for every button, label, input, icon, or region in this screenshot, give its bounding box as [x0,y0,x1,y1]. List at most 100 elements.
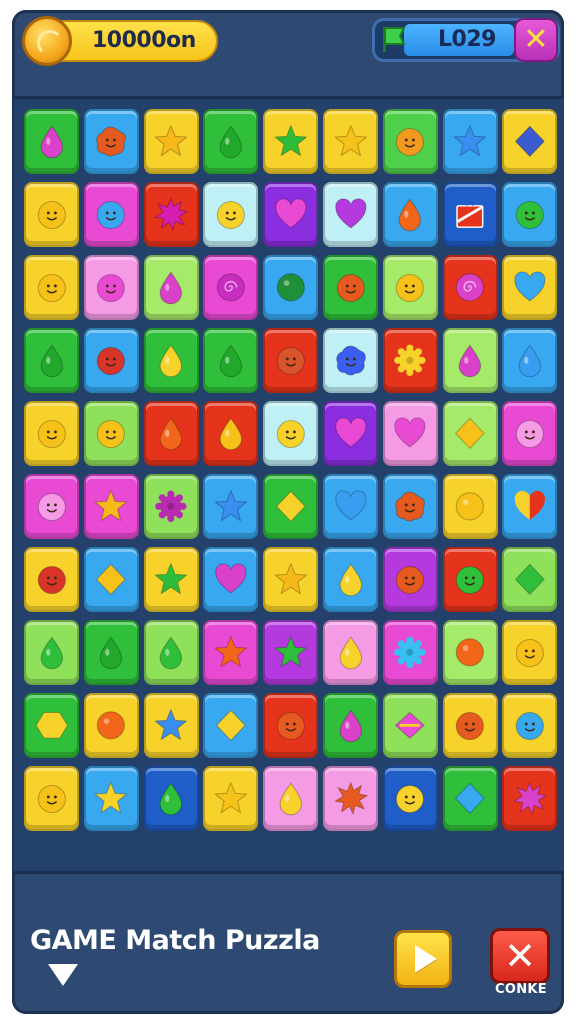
game-tile[interactable] [382,328,438,393]
game-tile[interactable] [24,109,79,174]
game-tile[interactable] [83,474,139,539]
game-tile[interactable] [24,255,79,320]
game-tile[interactable] [203,693,259,758]
circle-icon [97,711,126,740]
game-tile[interactable] [323,182,378,247]
game-tile[interactable] [323,766,378,831]
game-tile[interactable] [323,109,378,174]
game-tile[interactable] [442,620,498,685]
game-tile[interactable] [24,328,79,393]
game-tile[interactable] [323,328,378,393]
game-tile[interactable] [263,255,319,320]
game-tile[interactable] [442,766,498,831]
game-tile[interactable] [323,255,378,320]
star-icon [154,125,188,157]
game-tile[interactable] [83,693,139,758]
game-tile[interactable] [203,474,259,539]
game-tile[interactable] [24,182,79,247]
game-tile[interactable] [143,474,199,539]
game-tile[interactable] [502,766,558,831]
play-button[interactable] [394,930,452,988]
game-tile[interactable] [442,255,498,320]
game-tile[interactable] [24,547,79,612]
game-tile[interactable] [382,255,438,320]
game-tile[interactable] [502,547,558,612]
game-tile[interactable] [442,328,498,393]
game-tile[interactable] [382,474,438,539]
game-tile[interactable] [323,620,378,685]
game-tile[interactable] [502,401,558,466]
game-tile[interactable] [323,547,378,612]
game-tile[interactable] [24,474,79,539]
game-tile[interactable] [263,620,319,685]
game-tile[interactable] [502,109,558,174]
game-tile[interactable] [203,328,259,393]
game-tile[interactable] [502,474,558,539]
game-tile[interactable] [323,693,378,758]
close-top-button[interactable]: ✕ [514,18,558,62]
game-tile[interactable] [502,182,558,247]
game-tile[interactable] [263,328,319,393]
heart-icon [394,417,426,448]
game-tile[interactable] [502,255,558,320]
game-tile[interactable] [24,401,79,466]
game-tile[interactable] [263,547,319,612]
game-tile[interactable] [83,182,139,247]
game-tile[interactable] [263,693,319,758]
game-tile[interactable] [24,620,79,685]
game-tile[interactable] [203,255,259,320]
splat-icon [334,782,368,815]
game-tile[interactable] [143,693,199,758]
game-tile[interactable] [203,182,259,247]
game-tile[interactable] [83,547,139,612]
game-tile[interactable] [203,401,259,466]
game-tile[interactable] [24,766,79,831]
game-tile[interactable] [203,620,259,685]
game-tile[interactable] [203,109,259,174]
game-tile[interactable] [203,766,259,831]
game-tile[interactable] [83,401,139,466]
game-tile[interactable] [143,109,199,174]
game-tile[interactable] [143,766,199,831]
game-tile[interactable] [502,620,558,685]
game-tile[interactable] [83,255,139,320]
game-tile[interactable] [382,620,438,685]
game-tile[interactable] [442,401,498,466]
game-board [14,96,564,874]
game-tile[interactable] [382,547,438,612]
game-tile[interactable] [382,109,438,174]
game-tile[interactable] [263,401,319,466]
game-tile[interactable] [442,693,498,758]
game-tile[interactable] [83,109,139,174]
game-tile[interactable] [382,766,438,831]
game-tile[interactable] [203,547,259,612]
game-tile[interactable] [502,693,558,758]
game-tile[interactable] [263,474,319,539]
game-tile[interactable] [323,474,378,539]
game-tile[interactable] [442,474,498,539]
close-button[interactable]: ✕ [490,928,550,984]
game-tile[interactable] [143,328,199,393]
down-arrow-icon[interactable] [48,964,78,986]
game-tile[interactable] [442,109,498,174]
game-tile[interactable] [143,547,199,612]
game-tile[interactable] [263,766,319,831]
game-tile[interactable] [382,693,438,758]
game-tile[interactable] [143,401,199,466]
game-tile[interactable] [143,255,199,320]
game-tile[interactable] [83,620,139,685]
game-tile[interactable] [382,401,438,466]
game-tile[interactable] [143,182,199,247]
game-tile[interactable] [83,328,139,393]
game-tile[interactable] [502,328,558,393]
game-tile[interactable] [143,620,199,685]
game-tile[interactable] [442,547,498,612]
game-tile[interactable] [263,109,319,174]
star-icon [274,636,307,668]
game-tile[interactable] [382,182,438,247]
game-tile[interactable] [263,182,319,247]
game-tile[interactable] [24,693,79,758]
game-tile[interactable] [83,766,139,831]
game-tile[interactable] [323,401,378,466]
game-tile[interactable] [442,182,498,247]
